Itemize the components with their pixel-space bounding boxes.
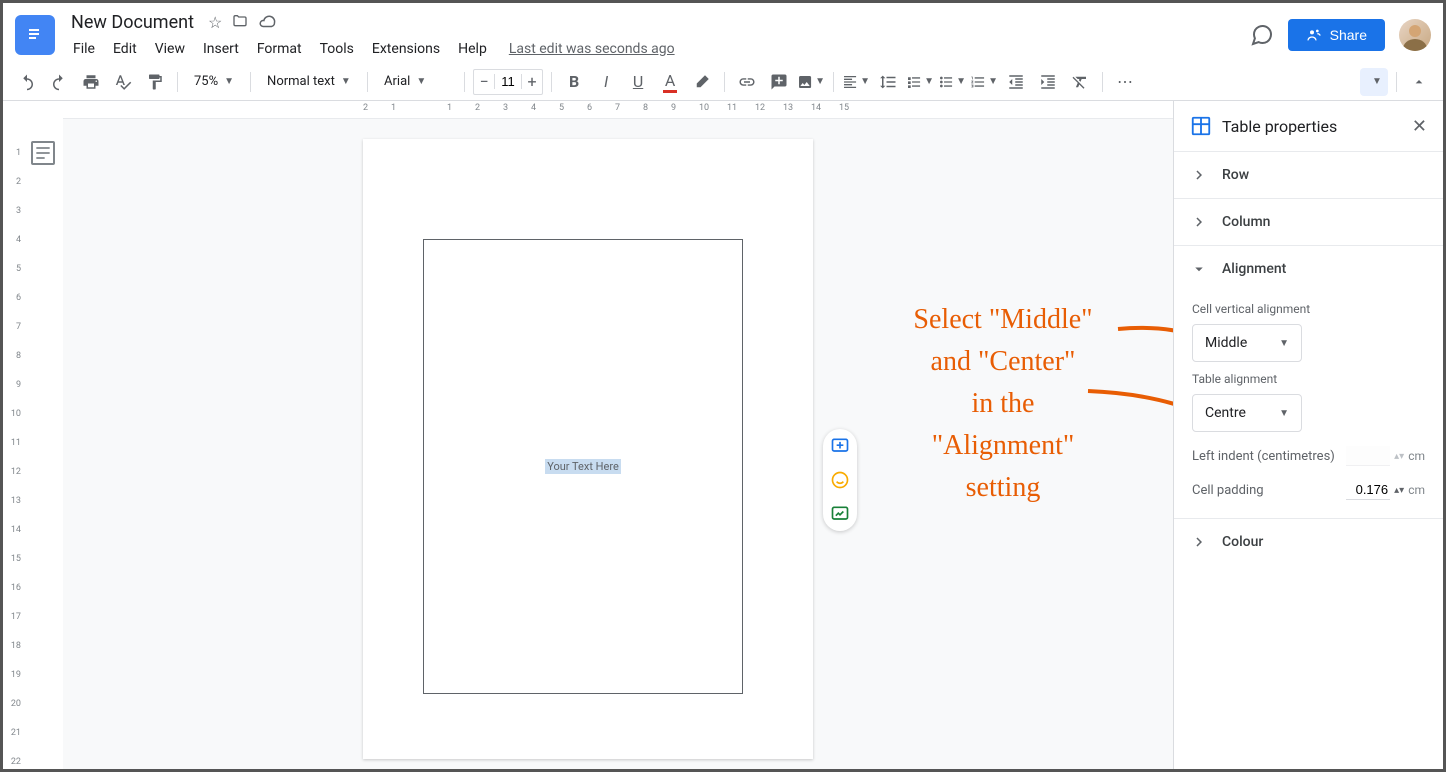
title-area: New Document ☆ File Edit View Insert For…	[65, 10, 1250, 61]
sidebar-title: Table properties	[1222, 117, 1402, 136]
chevron-down-icon	[1190, 260, 1208, 278]
menu-bar: File Edit View Insert Format Tools Exten…	[65, 37, 1250, 61]
close-icon[interactable]: ✕	[1412, 116, 1427, 137]
bold-button[interactable]: B	[560, 68, 588, 96]
editing-mode-button[interactable]: ▼	[1360, 68, 1388, 96]
outline-icon[interactable]	[31, 141, 55, 165]
clear-formatting-button[interactable]	[1066, 68, 1094, 96]
section-alignment[interactable]: Alignment	[1174, 246, 1443, 292]
vert-align-label: Cell vertical alignment	[1192, 302, 1425, 316]
menu-extensions[interactable]: Extensions	[364, 37, 448, 61]
header: New Document ☆ File Edit View Insert For…	[3, 3, 1443, 63]
numbered-list-button[interactable]: ▼	[970, 68, 998, 96]
section-row[interactable]: Row	[1174, 152, 1443, 198]
horizontal-ruler: 21123456789101112131415	[63, 101, 1173, 119]
collapse-toolbar-button[interactable]	[1405, 68, 1433, 96]
indent-label: Left indent (centimetres)	[1192, 449, 1335, 464]
chevron-right-icon	[1190, 213, 1208, 231]
menu-view[interactable]: View	[147, 37, 193, 61]
table-icon	[1190, 115, 1212, 137]
align-button[interactable]: ▼	[842, 68, 870, 96]
table-cell[interactable]: Your Text Here	[423, 239, 743, 694]
menu-file[interactable]: File	[65, 37, 103, 61]
increase-indent-button[interactable]	[1034, 68, 1062, 96]
indent-input[interactable]	[1346, 446, 1390, 466]
menu-edit[interactable]: Edit	[105, 37, 145, 61]
text-color-button[interactable]: A	[656, 68, 684, 96]
redo-button[interactable]	[45, 68, 73, 96]
increase-font-button[interactable]: +	[522, 70, 542, 94]
padding-label: Cell padding	[1192, 483, 1264, 498]
page[interactable]: Your Text Here	[363, 139, 813, 759]
last-edit-link[interactable]: Last edit was seconds ago	[509, 41, 675, 57]
checklist-button[interactable]: ▼	[906, 68, 934, 96]
table-properties-sidebar: Table properties ✕ Row Column Alignment …	[1173, 101, 1443, 769]
font-size-control: − +	[473, 69, 543, 95]
insert-comment-button[interactable]	[765, 68, 793, 96]
cloud-status-icon[interactable]	[258, 13, 276, 32]
table-align-label: Table alignment	[1192, 372, 1425, 386]
line-spacing-button[interactable]	[874, 68, 902, 96]
menu-format[interactable]: Format	[249, 37, 310, 61]
star-icon[interactable]: ☆	[208, 13, 222, 32]
vert-align-select[interactable]: Middle ▼	[1192, 324, 1302, 362]
comments-history-icon[interactable]	[1250, 23, 1274, 47]
outline-panel	[23, 101, 63, 769]
undo-button[interactable]	[13, 68, 41, 96]
chevron-right-icon	[1190, 533, 1208, 551]
insert-link-button[interactable]	[733, 68, 761, 96]
move-folder-icon[interactable]	[232, 13, 248, 32]
spellcheck-button[interactable]	[109, 68, 137, 96]
decrease-indent-button[interactable]	[1002, 68, 1030, 96]
document-title[interactable]: New Document	[65, 10, 200, 35]
share-button[interactable]: Share	[1288, 19, 1385, 51]
table-align-select[interactable]: Centre ▼	[1192, 394, 1302, 432]
menu-help[interactable]: Help	[450, 37, 495, 61]
avatar[interactable]	[1399, 19, 1431, 51]
padding-input[interactable]	[1346, 480, 1390, 500]
menu-insert[interactable]: Insert	[195, 37, 247, 61]
document-area: 21123456789101112131415 Your Text Here S…	[63, 101, 1173, 769]
chevron-right-icon	[1190, 166, 1208, 184]
annotation-text: Select "Middle" and "Center" in the "Ali…	[823, 299, 1173, 509]
vertical-ruler: 12345678910111213141516171819202122	[3, 101, 23, 769]
insert-image-button[interactable]: ▼	[797, 68, 825, 96]
italic-button[interactable]: I	[592, 68, 620, 96]
paint-format-button[interactable]	[141, 68, 169, 96]
docs-logo-icon[interactable]	[15, 15, 55, 55]
toolbar: 75%▼ Normal text▼ Arial▼ − + B I U A ▼ ▼…	[3, 63, 1443, 101]
bulleted-list-button[interactable]: ▼	[938, 68, 966, 96]
font-select[interactable]: Arial▼	[376, 70, 456, 93]
workspace: 12345678910111213141516171819202122 2112…	[3, 101, 1443, 769]
underline-button[interactable]: U	[624, 68, 652, 96]
style-select[interactable]: Normal text▼	[259, 70, 359, 93]
cell-text[interactable]: Your Text Here	[545, 459, 621, 474]
section-column[interactable]: Column	[1174, 199, 1443, 245]
decrease-font-button[interactable]: −	[474, 70, 494, 94]
menu-tools[interactable]: Tools	[312, 37, 362, 61]
section-colour[interactable]: Colour	[1174, 519, 1443, 565]
more-tools-button[interactable]: ⋯	[1111, 68, 1139, 96]
zoom-select[interactable]: 75%▼	[186, 70, 242, 93]
highlight-button[interactable]	[688, 68, 716, 96]
font-size-input[interactable]	[494, 74, 522, 89]
print-button[interactable]	[77, 68, 105, 96]
